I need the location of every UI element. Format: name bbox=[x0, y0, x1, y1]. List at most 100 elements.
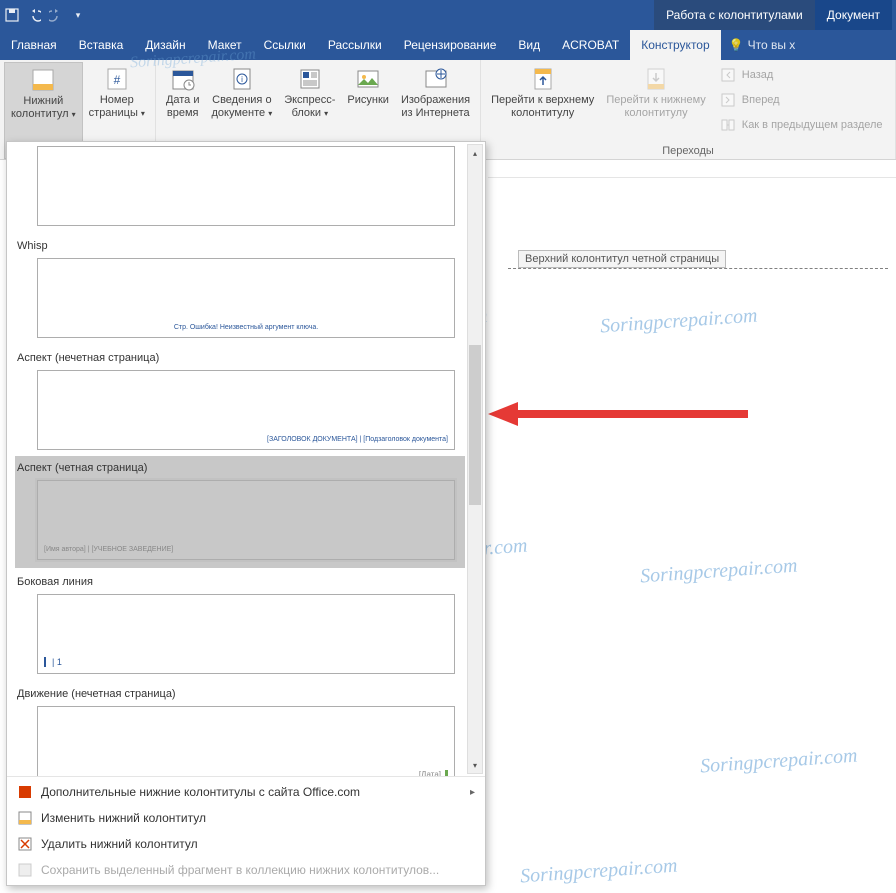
gallery-list[interactable]: Whisp Стр. Ошибка! Неизвестный аргумент … bbox=[7, 142, 485, 776]
goto-header-icon bbox=[529, 66, 557, 92]
tab-insert[interactable]: Вставка bbox=[68, 30, 135, 60]
gf-l2: колонтитулу bbox=[625, 107, 688, 120]
qp-l1: Экспресс- bbox=[284, 94, 335, 107]
goto-header-button[interactable]: Перейти к верхнему колонтитулу bbox=[485, 62, 600, 145]
save-icon[interactable] bbox=[4, 7, 20, 23]
gallery-scrollbar[interactable]: ▴ ▾ bbox=[467, 144, 483, 774]
scroll-down-icon[interactable]: ▾ bbox=[468, 757, 482, 773]
chevron-down-icon: ▾ bbox=[141, 109, 145, 118]
chevron-down-icon: ▾ bbox=[268, 109, 272, 118]
gallery-category-label: Движение (нечетная страница) bbox=[15, 680, 465, 704]
context-tab-document[interactable]: Документ bbox=[815, 0, 892, 30]
gallery-category-label: Аспект (четная страница) bbox=[15, 458, 465, 478]
gallery-sample-text: [Дата] bbox=[419, 770, 448, 776]
gh-l2: колонтитулу bbox=[511, 107, 574, 120]
scroll-up-icon[interactable]: ▴ bbox=[468, 145, 482, 161]
pagenum-label2: страницы bbox=[89, 107, 138, 119]
gh-l1: Перейти к верхнему bbox=[491, 94, 594, 107]
gallery-item-preview[interactable]: | 1 bbox=[37, 594, 455, 674]
footer-label1: Нижний bbox=[23, 95, 63, 108]
qp-l2: блоки bbox=[292, 107, 321, 119]
svg-text:#: # bbox=[113, 73, 120, 87]
scrollbar-thumb[interactable] bbox=[469, 345, 481, 505]
chevron-right-icon: ▸ bbox=[470, 787, 475, 798]
tell-me[interactable]: 💡 Что вы х bbox=[729, 38, 796, 52]
back-icon bbox=[720, 67, 736, 83]
gallery-item-preview[interactable] bbox=[37, 146, 455, 226]
nav-back: Назад bbox=[716, 64, 887, 86]
redo-icon[interactable] bbox=[48, 7, 64, 23]
gallery-item-preview[interactable]: Стр. Ошибка! Неизвестный аргумент ключа. bbox=[37, 258, 455, 338]
chevron-down-icon: ▾ bbox=[72, 110, 76, 119]
docinfo-icon: i bbox=[228, 66, 256, 92]
save-sel-label: Сохранить выделенный фрагмент в коллекци… bbox=[41, 863, 439, 877]
save-selection-to-gallery: Сохранить выделенный фрагмент в коллекци… bbox=[7, 857, 485, 883]
transitions-group-label: Переходы bbox=[662, 145, 714, 157]
edit-footer[interactable]: Изменить нижний колонтитул bbox=[7, 805, 485, 831]
page[interactable]: Верхний колонтитул четной страницы bbox=[508, 268, 888, 888]
tab-view[interactable]: Вид bbox=[507, 30, 551, 60]
docinfo-l1: Сведения о bbox=[212, 94, 271, 107]
tab-references[interactable]: Ссылки bbox=[253, 30, 317, 60]
back-label: Назад bbox=[742, 69, 774, 81]
tab-design[interactable]: Дизайн bbox=[134, 30, 196, 60]
more-label: Дополнительные нижние колонтитулы с сайт… bbox=[41, 785, 360, 799]
tab-review[interactable]: Рецензирование bbox=[393, 30, 508, 60]
gallery-item-preview-selected[interactable]: [Имя автора] | [УЧЕБНОЕ ЗАВЕДЕНИЕ] bbox=[37, 480, 455, 560]
online-l1: Изображения bbox=[401, 94, 470, 107]
forward-label: Вперед bbox=[742, 94, 780, 106]
link-previous: Как в предыдущем разделе bbox=[716, 114, 887, 136]
tab-layout[interactable]: Макет bbox=[197, 30, 253, 60]
tell-me-label: Что вы х bbox=[748, 38, 796, 52]
prev-section-label: Как в предыдущем разделе bbox=[742, 119, 883, 131]
gallery-sample-text: Стр. Ошибка! Неизвестный аргумент ключа. bbox=[174, 324, 318, 331]
gallery-item-preview[interactable]: [Дата] bbox=[37, 706, 455, 776]
gallery-item-preview[interactable]: [ЗАГОЛОВОК ДОКУМЕНТА] | [Подзаголовок до… bbox=[37, 370, 455, 450]
gallery-sample-text: [Имя автора] | [УЧЕБНОЕ ЗАВЕДЕНИЕ] bbox=[44, 546, 173, 553]
qat-custom-icon[interactable]: ▾ bbox=[70, 7, 86, 23]
page-number-icon: # bbox=[103, 66, 131, 92]
tab-acrobat[interactable]: ACROBAT bbox=[551, 30, 630, 60]
gallery-category-label: Аспект (нечетная страница) bbox=[15, 344, 465, 368]
gallery-category-label: Боковая линия bbox=[15, 568, 465, 592]
tab-home[interactable]: Главная bbox=[0, 30, 68, 60]
datetime-l1: Дата и bbox=[166, 94, 200, 107]
forward-icon bbox=[720, 92, 736, 108]
calendar-icon bbox=[169, 66, 197, 92]
group-navigation: Перейти к верхнему колонтитулу Перейти к… bbox=[481, 60, 896, 159]
nav-forward: Вперед bbox=[716, 89, 887, 111]
pagenum-label1: Номер bbox=[100, 94, 134, 107]
undo-icon[interactable] bbox=[26, 7, 42, 23]
footer-icon bbox=[29, 67, 57, 93]
gallery-category-label: Whisp bbox=[15, 232, 465, 256]
bulb-icon: 💡 bbox=[729, 38, 744, 52]
office-icon bbox=[17, 784, 33, 800]
goto-footer-button: Перейти к нижнему колонтитулу bbox=[600, 62, 711, 145]
remove-footer[interactable]: Удалить нижний колонтитул bbox=[7, 831, 485, 857]
annotation-arrow bbox=[488, 400, 748, 428]
goto-footer-icon bbox=[642, 66, 670, 92]
picture-icon bbox=[354, 66, 382, 92]
remove-footer-icon bbox=[17, 836, 33, 852]
online-l2: из Интернета bbox=[401, 107, 469, 120]
tab-constructor[interactable]: Конструктор bbox=[630, 30, 720, 60]
svg-text:i: i bbox=[241, 75, 243, 84]
edit-footer-icon bbox=[17, 810, 33, 826]
quickparts-icon bbox=[296, 66, 324, 92]
tab-mailings[interactable]: Рассылки bbox=[317, 30, 393, 60]
gallery-sample-text: | 1 bbox=[44, 657, 62, 667]
datetime-l2: время bbox=[167, 107, 199, 120]
remove-label: Удалить нижний колонтитул bbox=[41, 837, 198, 851]
link-previous-icon bbox=[720, 117, 736, 133]
more-footers-online[interactable]: Дополнительные нижние колонтитулы с сайт… bbox=[7, 779, 485, 805]
gallery-footer: Дополнительные нижние колонтитулы с сайт… bbox=[7, 776, 485, 885]
ruler[interactable] bbox=[488, 160, 896, 178]
gf-l1: Перейти к нижнему bbox=[606, 94, 705, 107]
titlebar: ▾ Работа с колонтитулами Документ bbox=[0, 0, 896, 30]
header-tag: Верхний колонтитул четной страницы bbox=[518, 250, 726, 268]
footer-label2: колонтитул bbox=[11, 108, 69, 120]
footer-gallery: Whisp Стр. Ошибка! Неизвестный аргумент … bbox=[6, 141, 486, 886]
gallery-sample-text: [ЗАГОЛОВОК ДОКУМЕНТА] | [Подзаголовок до… bbox=[267, 436, 448, 443]
online-pictures-icon bbox=[422, 66, 450, 92]
context-tab-header-footer[interactable]: Работа с колонтитулами bbox=[654, 0, 815, 30]
